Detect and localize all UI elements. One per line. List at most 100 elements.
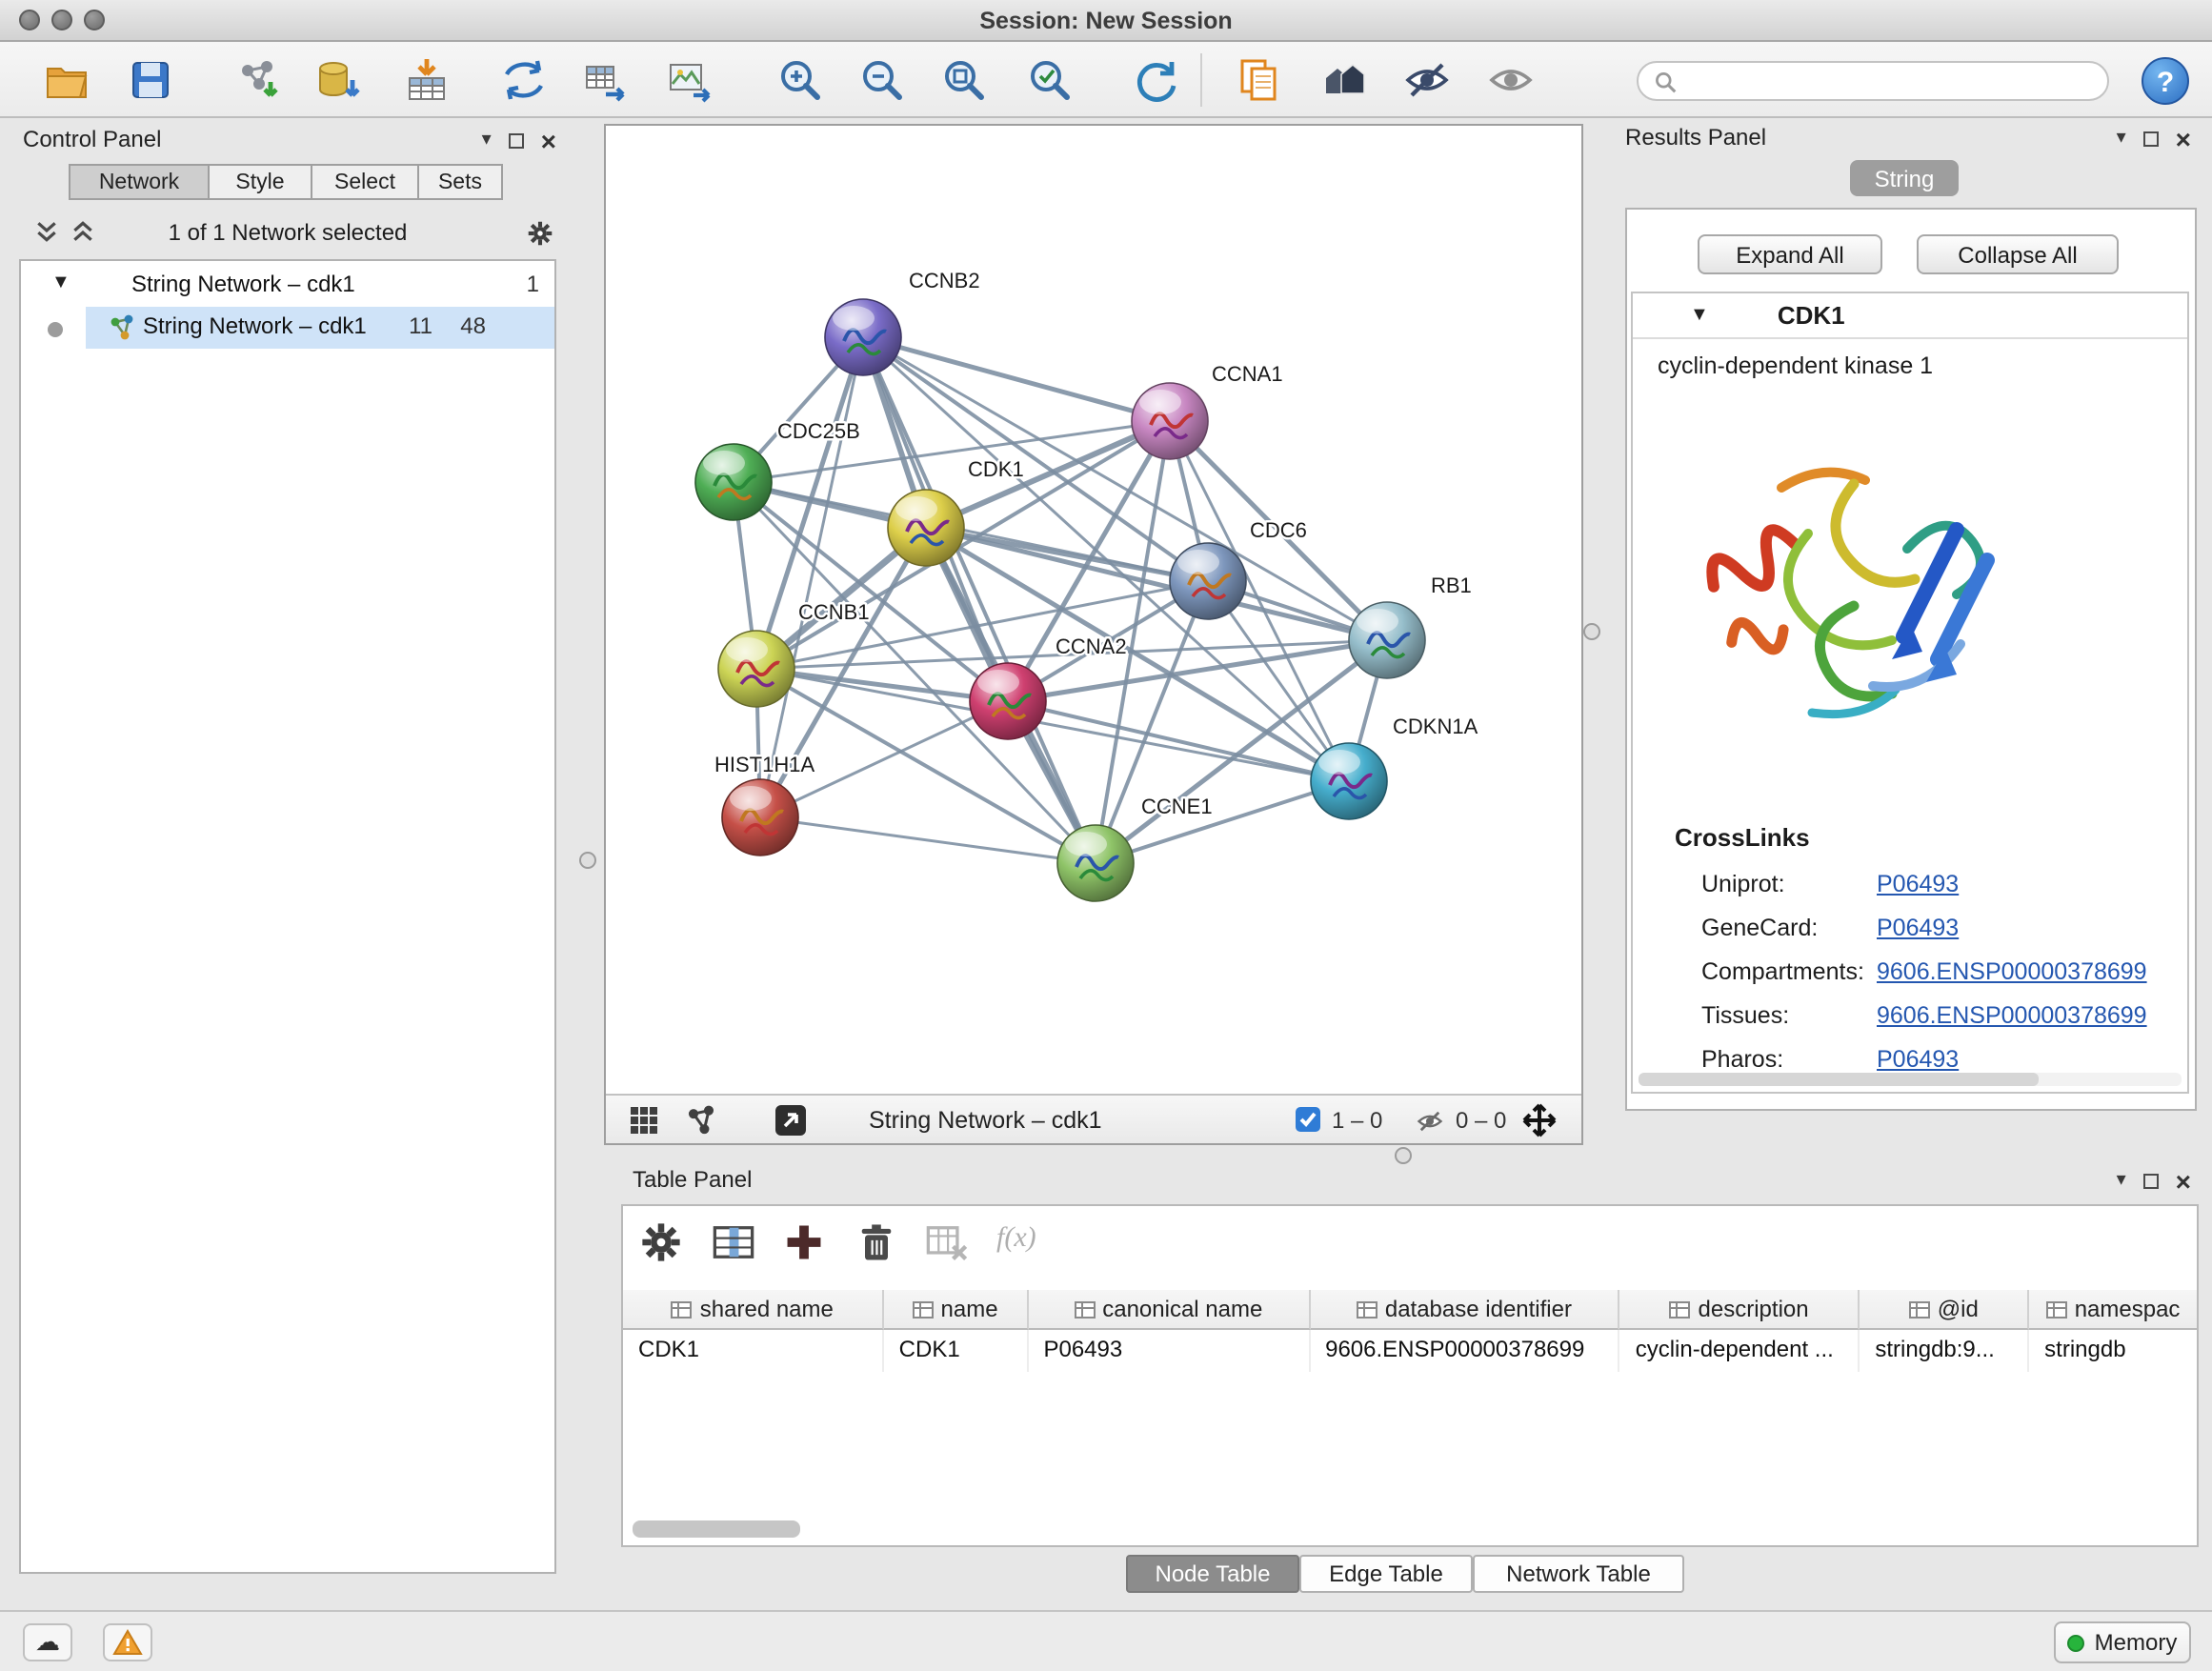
birds-eye-view-icon[interactable]: [629, 1105, 659, 1136]
network-collection-row[interactable]: ▼ String Network – cdk1 1: [21, 265, 554, 307]
crosslink-link[interactable]: P06493: [1877, 1045, 1959, 1072]
table-cell[interactable]: cyclin-dependent ...: [1620, 1330, 1860, 1372]
import-table-button[interactable]: [402, 55, 452, 105]
results-panel-float-icon[interactable]: [2143, 131, 2159, 147]
crosslink-link[interactable]: 9606.ENSP00000378699: [1877, 1001, 2147, 1028]
warnings-button[interactable]: [103, 1623, 152, 1661]
create-column-plus-icon[interactable]: [781, 1219, 827, 1265]
zoom-in-button[interactable]: [775, 55, 825, 105]
tab-network-table[interactable]: Network Table: [1473, 1555, 1684, 1593]
column-header[interactable]: description: [1620, 1290, 1860, 1330]
search-box[interactable]: [1637, 61, 2109, 101]
scrollbar-thumb[interactable]: [633, 1520, 800, 1538]
zoom-fit-button[interactable]: [939, 55, 989, 105]
crosslink-link[interactable]: P06493: [1877, 914, 1959, 940]
network-node-hist1h1a[interactable]: HIST1H1A: [714, 753, 814, 856]
column-header[interactable]: name: [884, 1290, 1029, 1330]
expand-all-button[interactable]: Expand All: [1698, 234, 1882, 274]
open-session-button[interactable]: [42, 55, 91, 105]
import-network-file-button[interactable]: [232, 55, 282, 105]
disclosure-triangle-icon[interactable]: ▼: [51, 272, 70, 293]
network-node-rb1[interactable]: RB1: [1349, 574, 1472, 678]
column-header[interactable]: database identifier: [1310, 1290, 1620, 1330]
hide-selected-button[interactable]: [1402, 55, 1452, 105]
search-input[interactable]: [1686, 66, 2107, 96]
column-header[interactable]: canonical name: [1028, 1290, 1310, 1330]
crosslink-link[interactable]: 9606.ENSP00000378699: [1877, 957, 2147, 984]
cloud-status-button[interactable]: ☁: [23, 1623, 72, 1661]
table-panel-close-icon[interactable]: ×: [2176, 1170, 2191, 1193]
splitter-grip-left[interactable]: [579, 852, 596, 869]
refresh-view-button[interactable]: [1132, 55, 1181, 105]
tab-network[interactable]: Network: [69, 164, 210, 200]
splitter-grip-bottom[interactable]: [1395, 1147, 1412, 1164]
import-network-database-button[interactable]: [312, 55, 362, 105]
network-node-count: 11: [409, 312, 432, 339]
new-network-from-selection-button[interactable]: [499, 55, 549, 105]
copy-document-button[interactable]: [1235, 55, 1284, 105]
export-table-button[interactable]: [581, 55, 631, 105]
delete-column-trash-icon[interactable]: [854, 1219, 899, 1265]
function-builder-icon[interactable]: f(x): [996, 1223, 1036, 1256]
network-node-cdc6[interactable]: CDC6: [1170, 518, 1307, 619]
tab-style[interactable]: Style: [208, 164, 312, 200]
control-panel-float-icon[interactable]: [509, 133, 524, 149]
hidden-eye-slash-icon[interactable]: [1414, 1107, 1446, 1136]
column-header[interactable]: namespac: [2029, 1290, 2197, 1330]
network-node-cdkn1a[interactable]: CDKN1A: [1311, 715, 1478, 819]
network-row-highlight[interactable]: String Network – cdk1 11 48: [86, 307, 554, 349]
scrollbar-thumb[interactable]: [1639, 1073, 2039, 1086]
first-neighbors-button[interactable]: [1320, 55, 1370, 105]
collapse-all-button[interactable]: Collapse All: [1917, 234, 2119, 274]
table-options-gear-icon[interactable]: [638, 1219, 684, 1265]
results-horizontal-scrollbar[interactable]: [1639, 1073, 2182, 1086]
table-cell[interactable]: stringdb: [2029, 1330, 2197, 1372]
network-row[interactable]: String Network – cdk1 11 48: [21, 307, 554, 349]
control-panel-menu-icon[interactable]: ▾: [482, 131, 492, 151]
table-horizontal-scrollbar[interactable]: [629, 1520, 2187, 1538]
table-cell[interactable]: P06493: [1028, 1330, 1310, 1372]
gene-disclosure-icon[interactable]: ▼: [1690, 305, 1709, 326]
splitter-grip-right[interactable]: [1583, 623, 1600, 640]
tab-sets[interactable]: Sets: [417, 164, 503, 200]
column-header[interactable]: @id: [1860, 1290, 2029, 1330]
zoom-selected-button[interactable]: [1025, 55, 1075, 105]
collection-label: String Network – cdk1: [131, 271, 355, 297]
show-columns-icon[interactable]: [711, 1219, 756, 1265]
selected-checkbox-icon[interactable]: [1296, 1107, 1320, 1132]
control-panel-close-icon[interactable]: ×: [541, 130, 556, 152]
network-icon[interactable]: [686, 1105, 716, 1136]
tab-edge-table[interactable]: Edge Table: [1299, 1555, 1473, 1593]
tab-select[interactable]: Select: [311, 164, 419, 200]
table-cell[interactable]: stringdb:9...: [1860, 1330, 2029, 1372]
network-node-ccne1[interactable]: CCNE1: [1057, 795, 1213, 901]
help-button[interactable]: ?: [2142, 57, 2189, 105]
export-image-button[interactable]: [665, 55, 714, 105]
delete-table-icon[interactable]: [924, 1219, 970, 1265]
show-all-button[interactable]: [1486, 55, 1536, 105]
gene-section-header[interactable]: ▼ CDK1: [1633, 293, 2187, 339]
open-in-new-window-icon[interactable]: [774, 1103, 808, 1137]
node-label: CCNB2: [909, 269, 980, 292]
table-cell[interactable]: CDK1: [623, 1330, 884, 1372]
network-node-ccna1[interactable]: CCNA1: [1132, 362, 1283, 459]
table-panel-menu-icon[interactable]: ▾: [2117, 1172, 2126, 1191]
network-canvas[interactable]: CCNB2CCNA1CDC25BCDK1CDC6RB1CCNB1CCNA2CDK…: [606, 126, 1581, 1094]
pan-move-icon[interactable]: [1520, 1101, 1558, 1139]
database-import-icon: [312, 55, 362, 105]
table-cell[interactable]: 9606.ENSP00000378699: [1310, 1330, 1620, 1372]
table-cell[interactable]: CDK1: [884, 1330, 1029, 1372]
zoom-out-button[interactable]: [857, 55, 907, 105]
save-session-button[interactable]: [126, 55, 175, 105]
table-export-icon: [581, 55, 631, 105]
network-options-gear-icon[interactable]: [526, 219, 554, 253]
table-row[interactable]: CDK1 CDK1 P06493 9606.ENSP00000378699 cy…: [623, 1330, 2197, 1372]
results-tab-string[interactable]: String: [1850, 160, 1959, 196]
crosslink-link[interactable]: P06493: [1877, 870, 1959, 896]
memory-button[interactable]: Memory: [2054, 1621, 2191, 1663]
table-panel-float-icon[interactable]: [2143, 1174, 2159, 1189]
results-panel-close-icon[interactable]: ×: [2176, 128, 2191, 151]
column-header[interactable]: shared name: [623, 1290, 884, 1330]
tab-node-table[interactable]: Node Table: [1126, 1555, 1299, 1593]
results-panel-menu-icon[interactable]: ▾: [2117, 130, 2126, 149]
